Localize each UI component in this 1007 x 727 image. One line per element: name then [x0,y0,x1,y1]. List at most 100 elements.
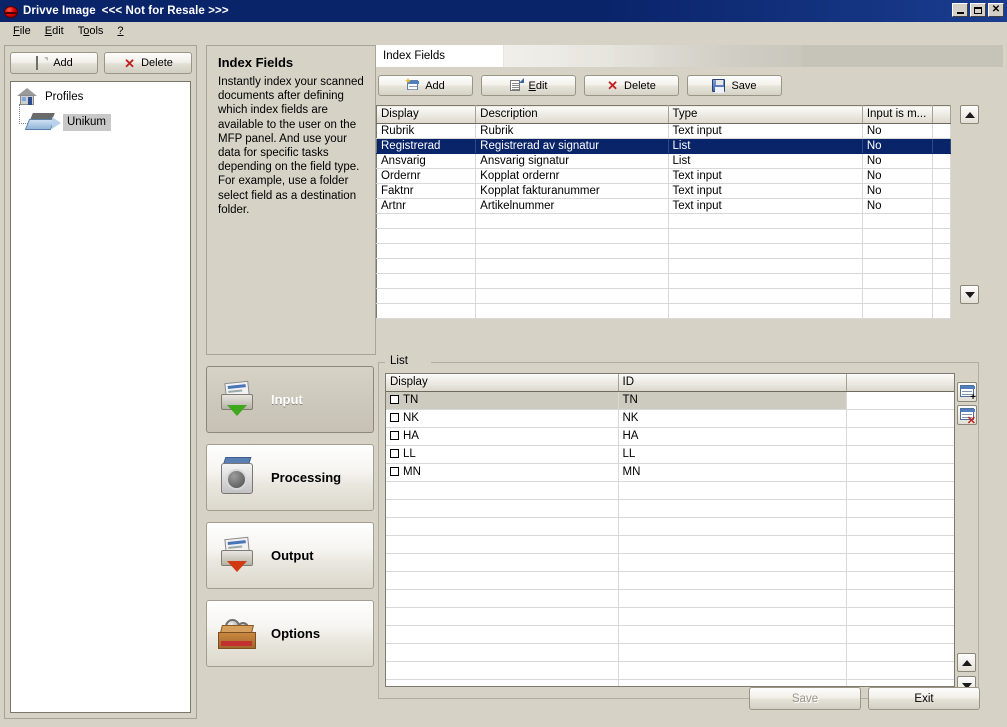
list-item-empty[interactable] [386,553,954,572]
row-checkbox[interactable] [390,413,399,422]
row-checkbox[interactable] [390,431,399,440]
list-col-header-id[interactable]: ID [618,374,847,392]
delete-list-row-button[interactable]: ✕ [957,405,977,427]
list-item[interactable]: NK NK [386,409,954,428]
table-row-empty[interactable] [376,258,952,274]
list-item[interactable]: MN MN [386,463,954,482]
cell-display: Registrerad [376,138,477,154]
minimize-button[interactable] [952,3,968,17]
nav-button-output[interactable]: Output [206,522,374,589]
row-checkbox[interactable] [390,467,399,476]
list-item-empty[interactable] [386,535,954,554]
exit-button-label: Exit [914,692,934,705]
table-row-empty[interactable] [376,213,952,229]
table-row-empty[interactable] [376,243,952,259]
list-cell-blank [846,409,954,428]
cell-description: Registrerad av signatur [475,138,669,154]
table-row-empty[interactable] [376,303,952,319]
table-row-empty[interactable] [376,228,952,244]
move-field-down-button[interactable] [960,285,979,304]
list-item-empty[interactable] [386,643,954,662]
save-button-label: Save [791,692,819,705]
list-item-empty[interactable] [386,499,954,518]
list-groupbox-legend: List [386,355,412,367]
col-header-blank [932,105,952,124]
list-item[interactable]: TN TN [386,391,954,410]
list-item[interactable]: HA HA [386,427,954,446]
list-item-empty[interactable] [386,607,954,626]
move-field-up-button[interactable] [960,105,979,124]
menu-file[interactable]: File [6,23,38,39]
save-field-button[interactable]: Save [687,75,782,96]
nav-button-options[interactable]: Options [206,600,374,667]
cell-blank [932,138,952,154]
table-row[interactable]: Ordernr Kopplat ordernr Text input No [376,168,952,184]
move-down-arrow-icon [964,291,975,298]
tree-item-unikum[interactable]: Unikum [19,104,190,132]
cell-description: Artikelnummer [475,198,669,214]
table-row-empty[interactable] [376,288,952,304]
cell-display: Faktnr [376,183,477,199]
close-button[interactable]: ✕ [988,3,1004,17]
delete-field-button[interactable]: ✕ Delete [584,75,679,96]
maximize-button[interactable] [970,3,986,17]
cell-type: Text input [668,168,863,184]
menu-edit[interactable]: Edit [38,23,71,39]
tree-root-label: Profiles [45,91,84,103]
list-item-empty[interactable] [386,625,954,644]
list-item[interactable]: LL LL [386,445,954,464]
table-row[interactable]: Rubrik Rubrik Text input No [376,123,952,139]
list-grid[interactable]: Display ID TN TN NK NK HA HA LL LL MN MN [386,374,954,686]
list-item-empty[interactable] [386,481,954,500]
nav-button-input[interactable]: Input [206,366,374,433]
list-grid-wrap[interactable]: Display ID TN TN NK NK HA HA LL LL MN MN [385,373,955,687]
nav-button-processing[interactable]: Processing [206,444,374,511]
list-item-empty[interactable] [386,517,954,536]
add-field-button[interactable]: ✦ Add [378,75,473,96]
app-title: Drivve Image [23,5,96,17]
col-header-description[interactable]: Description [475,105,669,124]
table-row[interactable]: Registrerad Registrerad av signatur List… [376,138,952,154]
index-fields-toolbar: ✦ Add Edit ✕ Delete Save [376,75,1003,96]
maximize-icon [974,6,982,14]
description-panel: Index Fields Instantly index your scanne… [206,45,376,355]
delete-profile-button[interactable]: ✕ Delete [104,52,192,74]
list-move-up-arrow-icon [961,659,972,666]
row-checkbox[interactable] [390,395,399,404]
menu-tools[interactable]: Tools [71,23,111,39]
list-item-empty[interactable] [386,589,954,608]
edit-field-label: Edit [528,79,548,92]
list-cell-display: NK [386,409,619,428]
table-row[interactable]: Faktnr Kopplat fakturanummer Text input … [376,183,952,199]
tree-root-profiles[interactable]: Profiles [11,82,190,106]
col-header-type[interactable]: Type [668,105,863,124]
col-header-mandatory[interactable]: Input is m... [862,105,933,124]
list-display-text: HA [403,430,419,442]
cell-blank [932,153,952,169]
profiles-tree[interactable]: Profiles Unikum [10,81,191,713]
col-header-display[interactable]: Display [376,105,477,124]
cell-type: List [668,153,863,169]
tab-filler-3 [614,45,654,67]
cell-display: Rubrik [376,123,477,139]
edit-field-button[interactable]: Edit [481,75,576,96]
table-row-empty[interactable] [376,273,952,289]
table-row[interactable]: Artnr Artikelnummer Text input No [376,198,952,214]
move-list-row-up-button[interactable] [957,653,976,672]
row-checkbox[interactable] [390,449,399,458]
list-item-empty[interactable] [386,571,954,590]
index-fields-grid[interactable]: Display Description Type Input is m... R… [376,105,952,319]
add-profile-button[interactable]: Add [10,52,98,74]
save-button[interactable]: Save [749,687,861,710]
plus-marker-icon: + [970,392,976,403]
list-col-header-display[interactable]: Display [386,374,619,392]
tree-connector-vertical [19,104,20,124]
list-item-empty[interactable] [386,679,954,686]
table-row[interactable]: Ansvarig Ansvarig signatur List No [376,153,952,169]
exit-button[interactable]: Exit [868,687,980,710]
menu-help[interactable]: ? [110,23,130,39]
add-list-row-button[interactable]: + [957,382,977,403]
list-item-empty[interactable] [386,661,954,680]
tab-index-fields[interactable]: Index Fields [376,45,504,67]
list-cell-id: LL [618,445,847,464]
